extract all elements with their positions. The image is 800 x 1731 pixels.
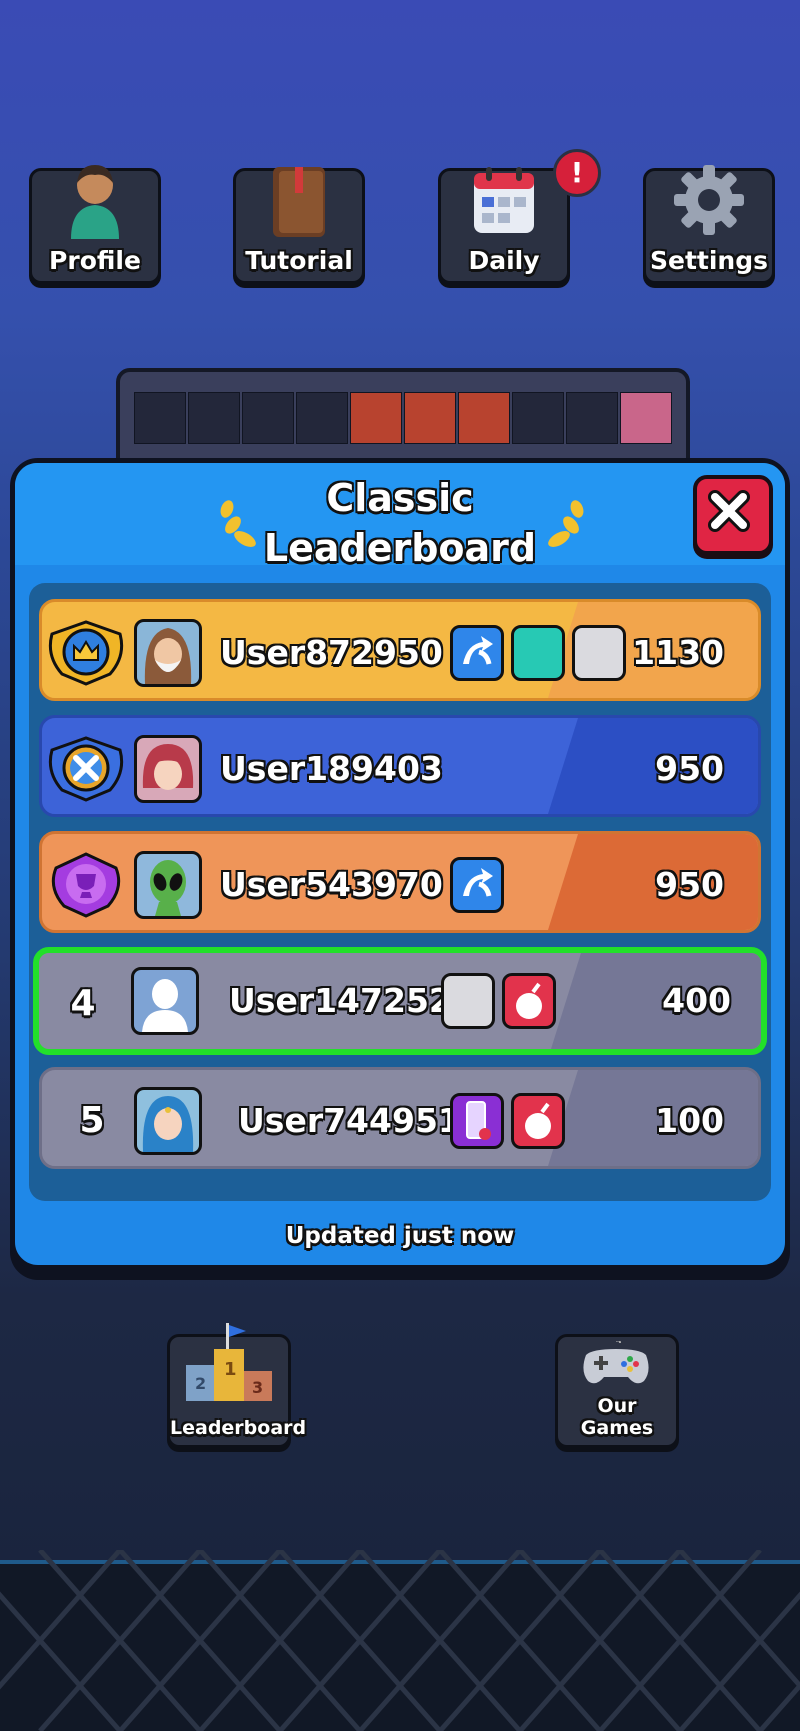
purple-trophy-medal-icon (51, 852, 121, 918)
grey-block (441, 973, 495, 1029)
svg-text:1: 1 (224, 1359, 237, 1380)
player-rank: 5 (79, 1100, 105, 1141)
leaderboard-button[interactable]: 2 1 3 Leaderboard (167, 1323, 307, 1448)
swap-arrows-icon (450, 625, 504, 681)
player-name: User744951 (238, 1101, 461, 1140)
fence-decoration (0, 1550, 800, 1731)
profile-label: Profile (49, 246, 141, 275)
alien-avatar (134, 851, 202, 919)
svg-text:2: 2 (195, 1374, 206, 1393)
title-line-2: Leaderboard (263, 526, 537, 570)
gear-icon (674, 165, 744, 235)
title-line-1: Classic (326, 476, 474, 520)
daily-label: Daily (468, 246, 540, 275)
star-block (458, 392, 510, 444)
tutorial-button[interactable]: Tutorial (233, 167, 365, 284)
phone-remove-icon (450, 1093, 504, 1149)
star-block (404, 392, 456, 444)
player-name: User147252 (229, 981, 452, 1020)
leaderboard-row[interactable]: User189403 950 (39, 715, 761, 817)
settings-label: Settings (649, 246, 768, 275)
player-name: User189403 (220, 749, 443, 788)
red-hair-avatar (134, 735, 202, 803)
updated-status: Updated just now (285, 1223, 515, 1249)
player-rank: 4 (70, 983, 96, 1024)
daily-button[interactable]: ! Daily (438, 149, 601, 284)
swap-arrows-icon (450, 857, 504, 913)
close-button[interactable] (693, 475, 773, 555)
score-background (548, 1070, 758, 1166)
heart-block (620, 392, 672, 444)
leaderboard-list[interactable]: User872950 1130 User189403 950 User54397… (29, 583, 771, 1201)
player-score: 950 (655, 865, 724, 904)
book-icon (273, 167, 325, 237)
calendar-icon (474, 167, 534, 233)
board-cell (296, 392, 348, 444)
dialog-title: Classic Leaderboard (15, 473, 785, 573)
leaderboard-row[interactable]: 5 User744951 100 (39, 1067, 761, 1169)
player-name: User872950 (220, 633, 443, 672)
bomb-icon (502, 973, 556, 1029)
score-background (548, 718, 758, 814)
our-games-label: Our Games (580, 1395, 654, 1439)
silver-x-medal-icon (48, 736, 124, 802)
leaderboard-dialog: Classic Leaderboard User872950 1130 User… (10, 458, 790, 1270)
star-block (350, 392, 402, 444)
board-cell (242, 392, 294, 444)
notification-badge: ! (553, 149, 601, 197)
hooded-old-man-avatar (134, 619, 202, 687)
settings-button[interactable]: Settings (643, 165, 775, 284)
teal-block (511, 625, 565, 681)
close-icon (708, 490, 750, 532)
bomb-icon (511, 1093, 565, 1149)
leaderboard-row-current-user[interactable]: 4 User147252 400 (33, 947, 767, 1055)
svg-text:3: 3 (252, 1378, 263, 1397)
board-cell (512, 392, 564, 444)
our-games-button[interactable]: Our Games (555, 1334, 679, 1448)
leaderboard-label: Leaderboard (170, 1417, 307, 1439)
profile-button[interactable]: Profile (29, 165, 161, 284)
player-name: User543970 (220, 865, 443, 904)
blue-hair-girl-avatar (134, 1087, 202, 1155)
leaderboard-row[interactable]: User543970 950 (39, 831, 761, 933)
player-score: 950 (655, 749, 724, 788)
board-cell (134, 392, 186, 444)
gamepad-icon (583, 1341, 649, 1384)
player-score: 1130 (632, 633, 724, 672)
person-icon (71, 165, 119, 239)
board-cell (188, 392, 240, 444)
laurel-right-icon (548, 500, 584, 547)
tutorial-label: Tutorial (245, 246, 353, 275)
player-score: 100 (655, 1101, 724, 1140)
podium-icon: 2 1 3 (186, 1323, 272, 1401)
top-navigation: Profile Tutorial ! Daily Settings (0, 149, 800, 285)
player-score: 400 (662, 981, 731, 1020)
gold-crown-medal-icon (48, 620, 124, 686)
leaderboard-row[interactable]: User872950 1130 (39, 599, 761, 701)
score-background (548, 834, 758, 930)
grey-block (572, 625, 626, 681)
board-cell (566, 392, 618, 444)
blank-silhouette-avatar (131, 967, 199, 1035)
